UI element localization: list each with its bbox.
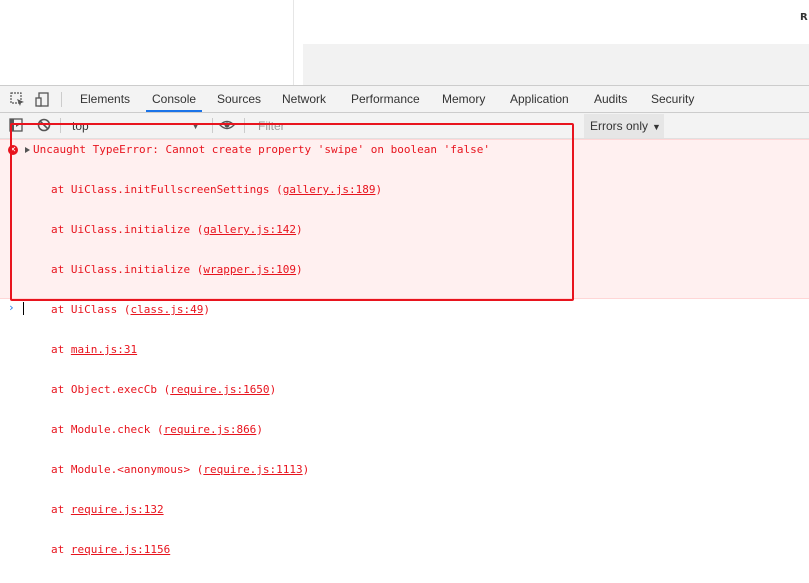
stack-frame-text: at [51,343,71,356]
stack-frame-text: at Module.check ( [51,423,164,436]
page-gray-panel [303,44,809,85]
stack-frame-suffix: ) [296,223,303,236]
sidebar-toggle-icon[interactable] [8,117,24,133]
live-expression-eye-icon[interactable] [219,117,235,133]
console-toolbar: top ▼ Errors only▼ [0,113,809,139]
stack-frame: at UiClass (class.js:49) [51,303,382,317]
context-selector[interactable]: top ▼ [66,117,206,135]
device-toolbar-icon[interactable] [34,91,50,107]
stack-frame: at UiClass.initialize (wrapper.js:109) [51,263,382,277]
stack-frame-text: at UiClass.initialize ( [51,223,204,236]
tab-elements[interactable]: Elements [80,86,130,112]
stack-frame: at require.js:1156 [51,543,382,557]
stack-frame: at require.js:132 [51,503,382,517]
devtools-tab-bar: Elements Console Sources Network Perform… [0,85,809,113]
console-prompt-icon: › [8,301,15,314]
stack-trace: at UiClass.initFullscreenSettings (galle… [51,157,382,583]
stack-frame-suffix: ) [203,303,210,316]
stack-frame-text: at UiClass ( [51,303,131,316]
context-value: top [72,119,89,133]
source-link[interactable]: require.js:1156 [71,543,170,556]
chevron-down-icon: ▼ [652,122,661,132]
source-link[interactable]: gallery.js:189 [283,183,376,196]
chevron-down-icon: ▼ [191,121,200,131]
source-link[interactable]: gallery.js:142 [203,223,296,236]
source-link[interactable]: require.js:1113 [203,463,302,476]
source-link[interactable]: require.js:132 [71,503,164,516]
stack-frame: at Module.check (require.js:866) [51,423,382,437]
tab-security[interactable]: Security [651,86,694,112]
stack-frame: at UiClass.initFullscreenSettings (galle… [51,183,382,197]
clear-console-icon[interactable] [36,117,52,133]
tab-sources[interactable]: Sources [217,86,261,112]
stack-frame-text: at UiClass.initialize ( [51,263,204,276]
stack-frame-suffix: ) [256,423,263,436]
expand-triangle-icon[interactable] [25,147,30,153]
source-link[interactable]: main.js:31 [71,343,137,356]
toolbar-separator [61,92,62,107]
tab-console[interactable]: Console [145,86,203,112]
error-icon: ✕ [8,145,18,155]
inspect-element-icon[interactable] [9,91,25,107]
page-content-area: R [0,0,809,85]
page-divider [293,0,294,85]
tab-performance[interactable]: Performance [351,86,420,112]
page-corner-text: R [800,12,808,23]
source-link[interactable]: class.js:49 [130,303,203,316]
toolbar-separator [244,118,245,133]
filter-input[interactable] [252,117,584,135]
source-link[interactable]: require.js:866 [164,423,257,436]
toolbar-separator [212,118,213,133]
tab-network[interactable]: Network [282,86,326,112]
stack-frame-text: at UiClass.initFullscreenSettings ( [51,183,283,196]
stack-frame: at Object.execCb (require.js:1650) [51,383,382,397]
stack-frame-suffix: ) [375,183,383,196]
stack-frame: at UiClass.initialize (gallery.js:142) [51,223,382,237]
console-input-cursor[interactable] [23,302,24,315]
toolbar-separator [60,118,61,133]
log-levels-value: Errors only [590,119,649,133]
error-message-row: ✕ Uncaught TypeError: Cannot create prop… [0,139,809,556]
stack-frame-text: at [51,503,71,516]
tab-application[interactable]: Application [510,86,569,112]
source-link[interactable]: wrapper.js:109 [203,263,296,276]
tab-audits[interactable]: Audits [594,86,627,112]
stack-frame-text: at Module.<anonymous> ( [51,463,204,476]
console-output: ✕ Uncaught TypeError: Cannot create prop… [0,139,809,556]
log-levels-dropdown[interactable]: Errors only ▼ [584,114,664,138]
stack-frame-suffix: ) [302,463,310,476]
tab-memory[interactable]: Memory [442,86,485,112]
stack-frame-text: at [51,543,71,556]
error-message: Uncaught TypeError: Cannot create proper… [33,143,490,156]
stack-frame-suffix: ) [296,263,303,276]
stack-frame: at Module.<anonymous> (require.js:1113) [51,463,382,477]
stack-frame: at main.js:31 [51,343,382,357]
